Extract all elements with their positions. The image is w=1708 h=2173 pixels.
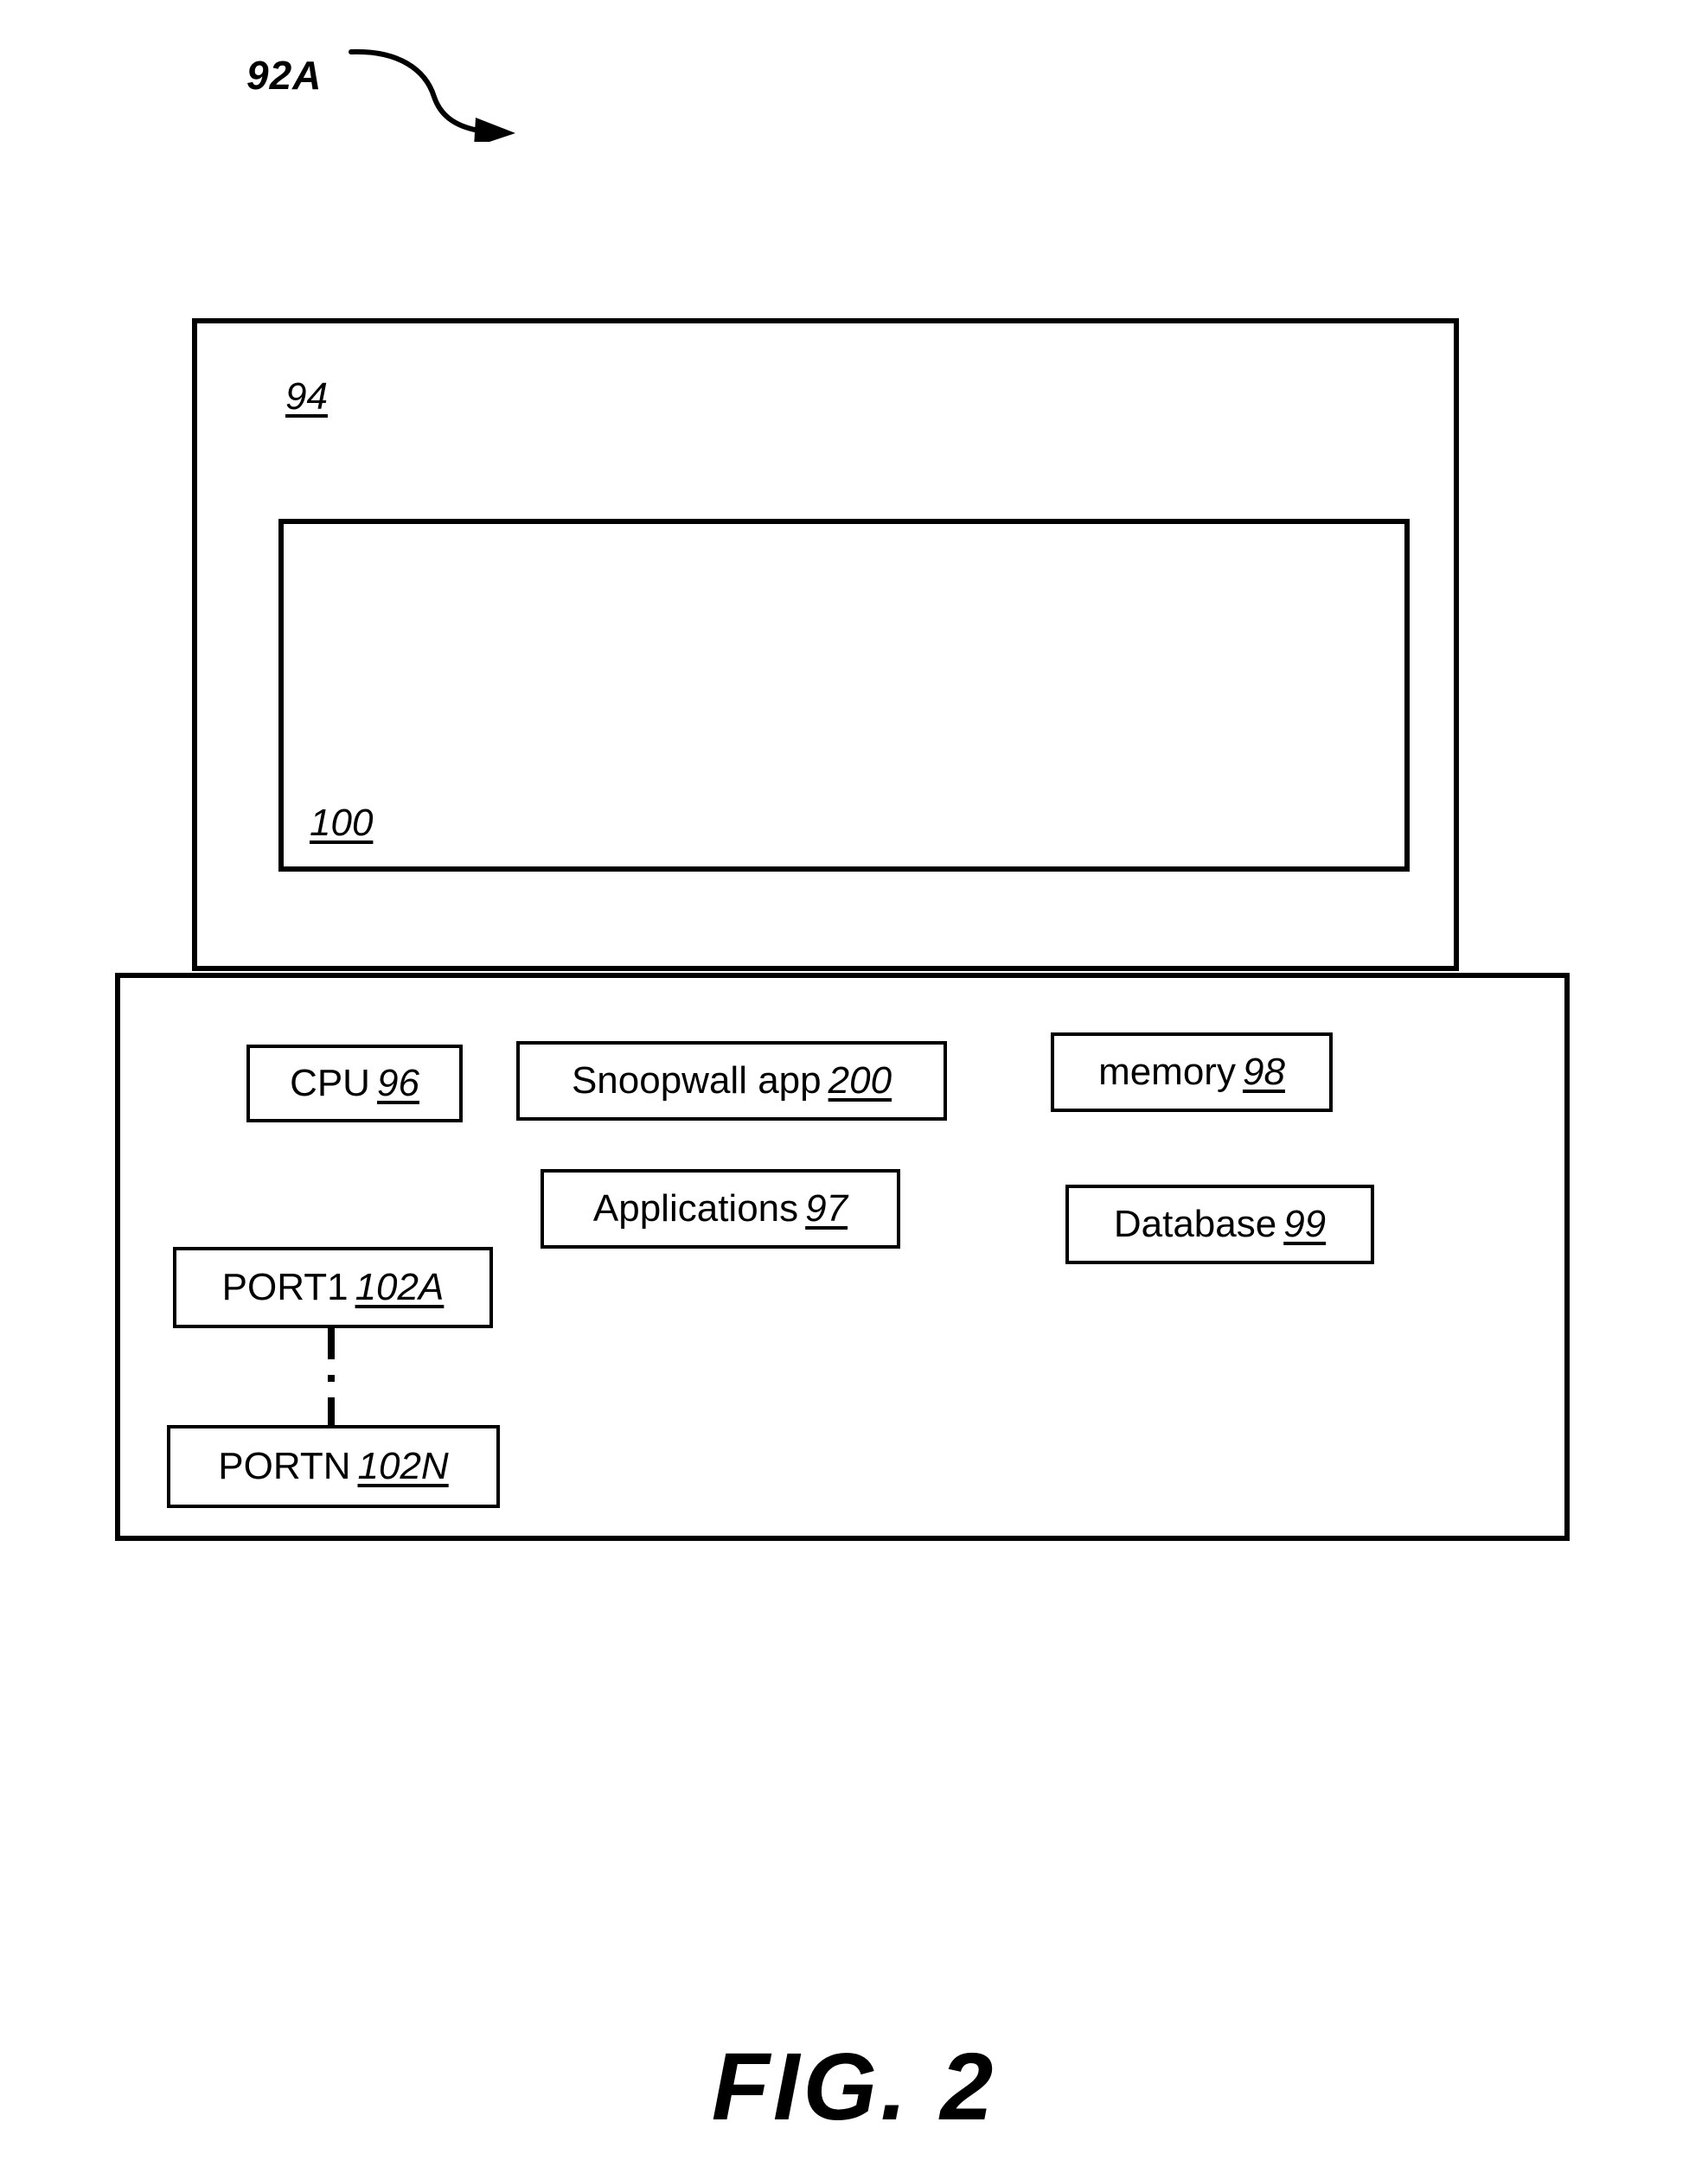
- display-screen-ref: 100: [310, 804, 373, 842]
- component-box-cpu: CPU 96: [246, 1045, 463, 1122]
- component-ref-database: 99: [1283, 1203, 1327, 1245]
- figure-identifier: 92A: [246, 53, 323, 98]
- component-box-database: Database 99: [1065, 1185, 1374, 1264]
- port-series-connector: [328, 1325, 335, 1425]
- component-label-portn: PORTN: [218, 1445, 351, 1487]
- component-box-snoopwall-app: Snoopwall app 200: [516, 1041, 947, 1121]
- lead-line-arrow-icon: [349, 48, 515, 142]
- component-label-memory: memory: [1098, 1051, 1236, 1093]
- component-label-applications: Applications: [592, 1187, 799, 1230]
- component-ref-snoopwall-app: 200: [828, 1059, 892, 1102]
- figure-caption: FIG. 2: [711, 2034, 997, 2140]
- component-ref-port1: 102A: [355, 1266, 445, 1308]
- component-ref-applications: 97: [805, 1187, 848, 1230]
- component-ref-portn: 102N: [357, 1445, 449, 1487]
- display-enclosure-ref-number: 94: [285, 375, 328, 418]
- display-screen-ref-number: 100: [310, 802, 374, 844]
- component-ref-memory: 98: [1242, 1051, 1285, 1093]
- display-screen: [278, 519, 1410, 872]
- component-label-cpu: CPU: [290, 1062, 370, 1104]
- patent-figure: 92A 94 100 CPU 96 Snoopwall app 200 memo…: [0, 0, 1708, 2173]
- component-box-port1: PORT1 102A: [173, 1247, 493, 1328]
- component-box-memory: memory 98: [1051, 1032, 1333, 1112]
- component-box-portn: PORTN 102N: [167, 1425, 500, 1508]
- component-label-snoopwall-app: Snoopwall app: [571, 1059, 822, 1102]
- component-label-database: Database: [1113, 1203, 1277, 1245]
- display-enclosure-ref: 94: [285, 378, 328, 416]
- component-box-applications: Applications 97: [541, 1169, 900, 1249]
- component-ref-cpu: 96: [376, 1062, 419, 1104]
- component-label-port1: PORT1: [221, 1266, 349, 1308]
